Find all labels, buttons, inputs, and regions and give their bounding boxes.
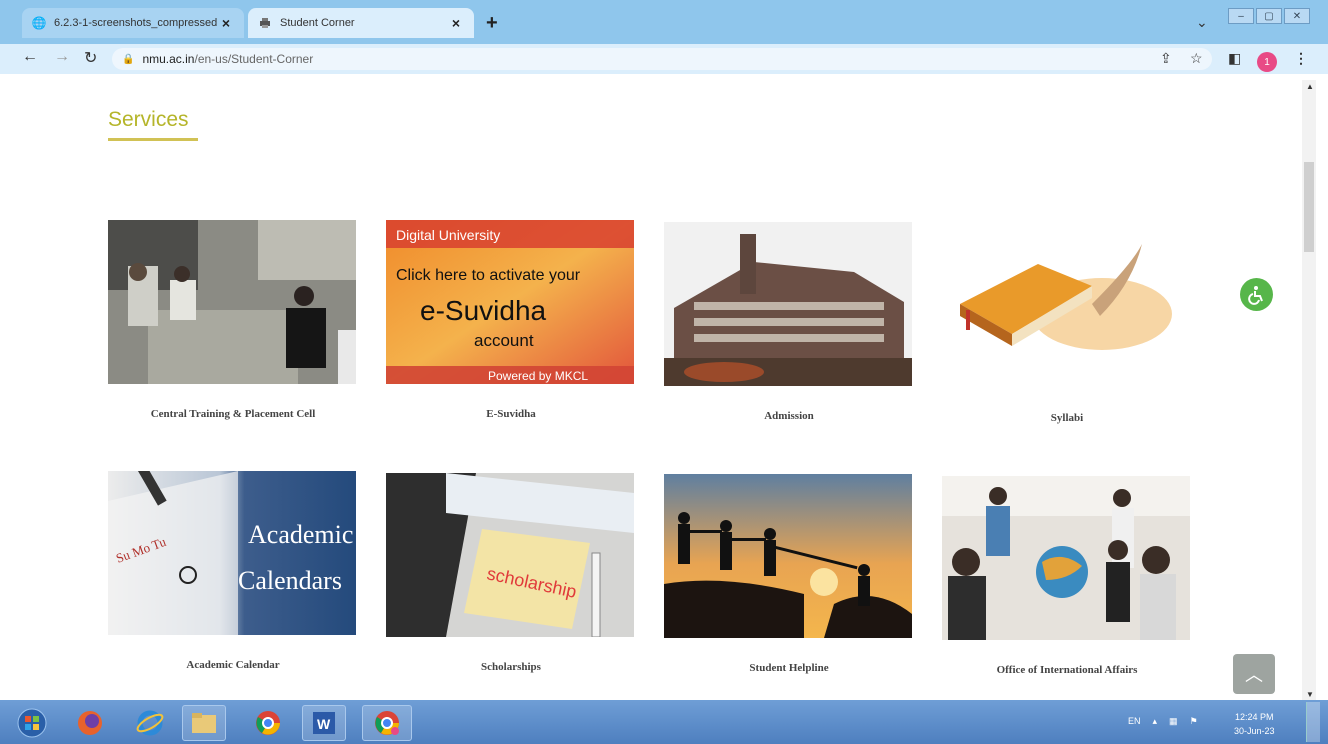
- helping-hands-silhouette[interactable]: [664, 474, 912, 638]
- forward-arrow-icon[interactable]: →: [54, 48, 70, 66]
- accessibility-button[interactable]: [1240, 278, 1273, 311]
- service-card-student-helpline[interactable]: Student Helpline: [664, 474, 914, 674]
- banner-line5: Powered by MKCL: [488, 369, 588, 383]
- address-bar[interactable]: 🔒 nmu.ac.in/en-us/Student-Corner: [112, 48, 1212, 70]
- back-arrow-icon[interactable]: ←: [22, 48, 38, 66]
- tab-title: Student Corner: [280, 17, 355, 29]
- title-underline: [108, 138, 198, 141]
- calendar-line2: Calendars: [238, 566, 342, 595]
- profile-avatar[interactable]: 1: [1257, 52, 1277, 72]
- new-tab-button[interactable]: +: [486, 12, 498, 35]
- service-card-admission[interactable]: Admission: [664, 222, 914, 422]
- word-taskbar-icon[interactable]: W: [302, 705, 346, 741]
- chevron-down-icon[interactable]: ⌄: [1196, 14, 1208, 31]
- browser-toolbar: ← → ↻ 🔒 nmu.ac.in/en-us/Student-Corner ⇪…: [0, 44, 1328, 74]
- url-host: nmu.ac.in: [142, 52, 195, 66]
- internet-explorer-taskbar-icon[interactable]: [128, 705, 172, 741]
- service-card-placement[interactable]: Central Training & Placement Cell: [108, 220, 358, 420]
- start-button[interactable]: [10, 705, 54, 741]
- chevron-up-icon: ︿: [1245, 665, 1263, 685]
- service-caption[interactable]: Academic Calendar: [108, 659, 358, 671]
- clock-time: 12:24 PM: [1235, 712, 1274, 722]
- service-card-syllabi[interactable]: Syllabi: [942, 224, 1192, 424]
- tab-student-corner[interactable]: Student Corner ×: [248, 8, 474, 38]
- windows-taskbar: W EN ▴ ▦ ⚑ 12:24 PM 30-Jun-23: [0, 700, 1328, 744]
- book-and-quill-image[interactable]: [942, 224, 1190, 388]
- windows-logo-icon: [17, 708, 47, 738]
- service-caption[interactable]: Syllabi: [942, 412, 1192, 424]
- banner-line1: Digital University: [396, 227, 500, 243]
- service-caption[interactable]: Office of International Affairs: [942, 664, 1192, 676]
- service-card-scholarships[interactable]: scholarship Scholarships: [386, 473, 636, 673]
- window-controls: – ▢ ✕: [1228, 8, 1310, 24]
- clock-date: 30-Jun-23: [1234, 726, 1275, 736]
- close-window-button[interactable]: ✕: [1284, 8, 1310, 24]
- svg-text:W: W: [317, 716, 331, 732]
- service-caption[interactable]: Admission: [664, 410, 914, 422]
- printer-icon: [258, 16, 272, 30]
- service-caption[interactable]: Student Helpline: [664, 662, 914, 674]
- students-globe-photo[interactable]: [942, 476, 1190, 640]
- wheelchair-icon: [1247, 285, 1263, 305]
- globe-icon: 🌐: [31, 16, 47, 30]
- service-caption[interactable]: Central Training & Placement Cell: [108, 408, 358, 420]
- close-icon[interactable]: ×: [448, 15, 464, 31]
- network-icon[interactable]: ▦: [1169, 716, 1178, 727]
- scroll-down-arrow-icon[interactable]: ▼: [1306, 690, 1314, 699]
- tab-title: 6.2.3-1-screenshots_compressed: [54, 17, 218, 29]
- banner-line2: Click here to activate your: [396, 267, 581, 284]
- tab-screenshots[interactable]: 🌐 6.2.3-1-screenshots_compressed ×: [22, 8, 244, 38]
- flag-icon[interactable]: ⚑: [1190, 716, 1198, 727]
- service-card-esuvidha[interactable]: Digital University Click here to activat…: [386, 220, 636, 420]
- reload-icon[interactable]: ↻: [84, 48, 97, 68]
- placement-meeting-photo[interactable]: [108, 220, 356, 384]
- url-path: /en-us/Student-Corner: [194, 52, 314, 66]
- section-title: Services: [108, 108, 189, 131]
- scrollbar-thumb[interactable]: [1304, 162, 1314, 252]
- academic-calendar-banner[interactable]: Su Mo Tu Academic Calendars: [108, 471, 356, 635]
- banner-line3: e-Suvidha: [420, 295, 547, 326]
- firefox-taskbar-icon[interactable]: [68, 705, 112, 741]
- side-panel-icon[interactable]: ◧: [1228, 50, 1241, 67]
- tray-expand-icon[interactable]: ▴: [1153, 716, 1158, 727]
- esuvidha-banner[interactable]: Digital University Click here to activat…: [386, 220, 634, 384]
- close-icon[interactable]: ×: [218, 15, 234, 31]
- system-tray: EN ▴ ▦ ⚑: [1128, 716, 1198, 727]
- taskbar-clock[interactable]: 12:24 PM 30-Jun-23: [1234, 710, 1275, 738]
- scholarship-note-image[interactable]: scholarship: [386, 473, 634, 637]
- scroll-up-arrow-icon[interactable]: ▲: [1306, 82, 1314, 91]
- browser-tab-strip: 🌐 6.2.3-1-screenshots_compressed × Stude…: [0, 0, 1328, 44]
- show-desktop-button[interactable]: [1306, 702, 1320, 742]
- language-indicator[interactable]: EN: [1128, 716, 1141, 727]
- page-content: Services Central Training & Placement Ce…: [0, 74, 1318, 700]
- service-card-academic-calendar[interactable]: Su Mo Tu Academic Calendars Academic Cal…: [108, 471, 358, 671]
- back-to-top-button[interactable]: ︿: [1233, 654, 1275, 694]
- service-caption[interactable]: E-Suvidha: [386, 408, 636, 420]
- share-icon[interactable]: ⇪: [1160, 50, 1172, 67]
- lock-icon: 🔒: [122, 53, 135, 65]
- banner-line4: account: [474, 331, 534, 350]
- calendar-line1: Academic: [248, 520, 353, 549]
- maximize-button[interactable]: ▢: [1256, 8, 1282, 24]
- service-card-international-affairs[interactable]: Office of International Affairs: [942, 476, 1192, 676]
- chrome-taskbar-icon[interactable]: [246, 705, 290, 741]
- kebab-menu-icon[interactable]: ⋮: [1294, 50, 1308, 67]
- star-icon[interactable]: ☆: [1190, 50, 1203, 67]
- chrome-active-taskbar-icon[interactable]: [362, 705, 412, 741]
- minimize-button[interactable]: –: [1228, 8, 1254, 24]
- service-caption[interactable]: Scholarships: [386, 661, 636, 673]
- file-explorer-taskbar-icon[interactable]: [182, 705, 226, 741]
- university-building-photo[interactable]: [664, 222, 912, 386]
